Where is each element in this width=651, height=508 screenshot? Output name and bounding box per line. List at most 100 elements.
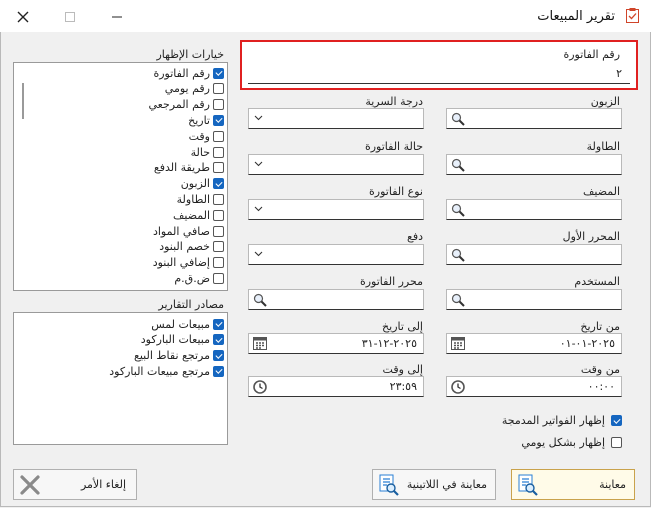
to-time-value: ٢٣:٥٩ [389,380,417,393]
search-icon [451,203,465,217]
list-item-checkbox[interactable] [213,83,224,95]
preview-latin-button[interactable]: معاينة في اللاتينية [372,469,496,500]
list-item-label: إضافي البنود [152,256,210,270]
invoice-number-field[interactable]: ٢ [248,64,630,84]
to-time-label: إلى وقت [382,363,423,376]
report-sources-list[interactable]: مبيعات لمس مبيعات الباركود مرتجع نقاط البي… [13,312,228,445]
to-time-field[interactable]: ٢٣:٥٩ [248,376,424,397]
list-item-checkbox[interactable] [213,257,224,269]
chevron-down-icon [254,251,263,257]
list-item-label: المضيف [172,208,210,222]
show-merged-option[interactable]: إظهار الفواتير المدمجة [502,414,622,427]
list-item[interactable]: إضافي البنود [153,255,224,271]
list-item-checkbox[interactable] [213,193,224,205]
list-item-checkbox[interactable] [213,99,224,111]
security-level-select[interactable] [248,108,424,129]
payment-select[interactable] [248,244,424,265]
show-merged-checkbox[interactable] [611,415,622,426]
list-item-label: الطاولة [176,192,210,206]
list-item-checkbox[interactable] [213,162,224,174]
list-item[interactable]: طريقة الدفع [154,160,224,176]
list-item-checkbox[interactable] [213,350,224,362]
cancel-button[interactable]: إلغاء الأمر [13,469,137,500]
chevron-down-icon [254,206,263,212]
list-item-label: مبيعات الباركود [140,333,210,347]
invoice-editor-field[interactable] [248,289,424,310]
maximize-icon [65,12,75,22]
user-field[interactable] [446,289,622,310]
list-item-label: رقم المرجعي [148,98,211,112]
list-item[interactable]: صافي المواد [153,223,224,239]
first-editor-field[interactable] [446,244,622,265]
list-item[interactable]: مبيعات لمس [151,316,224,332]
invoice-editor-search-button[interactable] [249,290,270,309]
to-time-clock-button[interactable] [249,377,270,396]
minimize-icon [112,16,122,18]
from-time-field[interactable]: ٠٠:٠٠ [446,376,622,397]
customer-field[interactable] [446,108,622,129]
list-item[interactable]: مرتجع مبيعات الباركود [109,363,224,379]
search-icon [253,293,267,307]
list-item-checkbox[interactable] [213,241,224,253]
close-icon [17,11,29,23]
display-options-scrollbar[interactable] [16,65,32,287]
invoice-status-select[interactable] [248,154,424,175]
list-item-label: حالة [190,145,210,159]
maximize-button[interactable] [55,6,85,28]
list-item-checkbox[interactable] [213,365,224,377]
list-item-checkbox[interactable] [213,114,224,126]
list-item-checkbox[interactable] [213,209,224,221]
list-item-label: مبيعات لمس [151,317,210,331]
list-item-checkbox[interactable] [213,146,224,158]
table-search-button[interactable] [447,155,468,174]
list-item[interactable]: مبيعات الباركود [141,332,224,348]
table-label: الطاولة [586,140,620,153]
list-item[interactable]: حالة [191,144,224,160]
list-item[interactable]: الطاولة [177,191,224,207]
to-date-calendar-button[interactable] [249,334,270,353]
daily-view-option[interactable]: إظهار بشكل يومي [521,436,622,449]
list-item[interactable]: تاريخ [188,112,224,128]
list-item[interactable]: وقت [189,128,224,144]
security-level-label: درجة السرية [365,95,423,108]
list-item-checkbox[interactable] [213,334,224,346]
list-item-checkbox[interactable] [213,318,224,330]
list-item-checkbox[interactable] [213,67,224,79]
customer-label: الزبون [590,95,620,108]
from-date-calendar-button[interactable] [447,334,468,353]
scrollbar-thumb[interactable] [22,83,24,119]
title-bar: تقرير المبيعات [0,0,651,32]
host-label: المضيف [582,185,620,198]
host-field[interactable] [446,199,622,220]
minimize-button[interactable] [102,6,132,28]
preview-latin-button-label: معاينة في اللاتينية [406,478,487,491]
list-item[interactable]: رقم يومي [165,81,224,97]
first-editor-search-button[interactable] [447,245,468,264]
list-item-label: الزبون [180,177,210,191]
daily-view-checkbox[interactable] [611,437,622,448]
list-item[interactable]: خصم البنود [159,239,224,255]
host-search-button[interactable] [447,200,468,219]
list-item[interactable]: رقم الفاتورة [153,65,224,81]
list-item-checkbox[interactable] [213,272,224,284]
close-button[interactable] [8,6,38,28]
list-item[interactable]: الزبون [181,176,224,192]
search-icon [451,248,465,262]
list-item[interactable]: رقم المرجعي [148,97,224,113]
table-field[interactable] [446,154,622,175]
from-date-field[interactable]: ٢٠٢٥-٠١-٠١ [446,333,622,354]
list-item-checkbox[interactable] [213,178,224,190]
user-search-button[interactable] [447,290,468,309]
customer-search-button[interactable] [447,109,468,128]
list-item-checkbox[interactable] [213,225,224,237]
display-options-list[interactable]: رقم الفاتورة رقم يومي رقم المرجعي تاريخ وقت ح… [13,62,228,291]
invoice-type-select[interactable] [248,199,424,220]
list-item[interactable]: المضيف [173,207,224,223]
list-item[interactable]: ض.ق.م [174,270,224,286]
user-label: المستخدم [574,275,620,288]
list-item-checkbox[interactable] [213,130,224,142]
to-date-field[interactable]: ٢٠٢٥-١٢-٣١ [248,333,424,354]
from-time-clock-button[interactable] [447,377,468,396]
list-item[interactable]: مرتجع نقاط البيع [134,348,224,364]
preview-button[interactable]: معاينة [511,469,635,500]
